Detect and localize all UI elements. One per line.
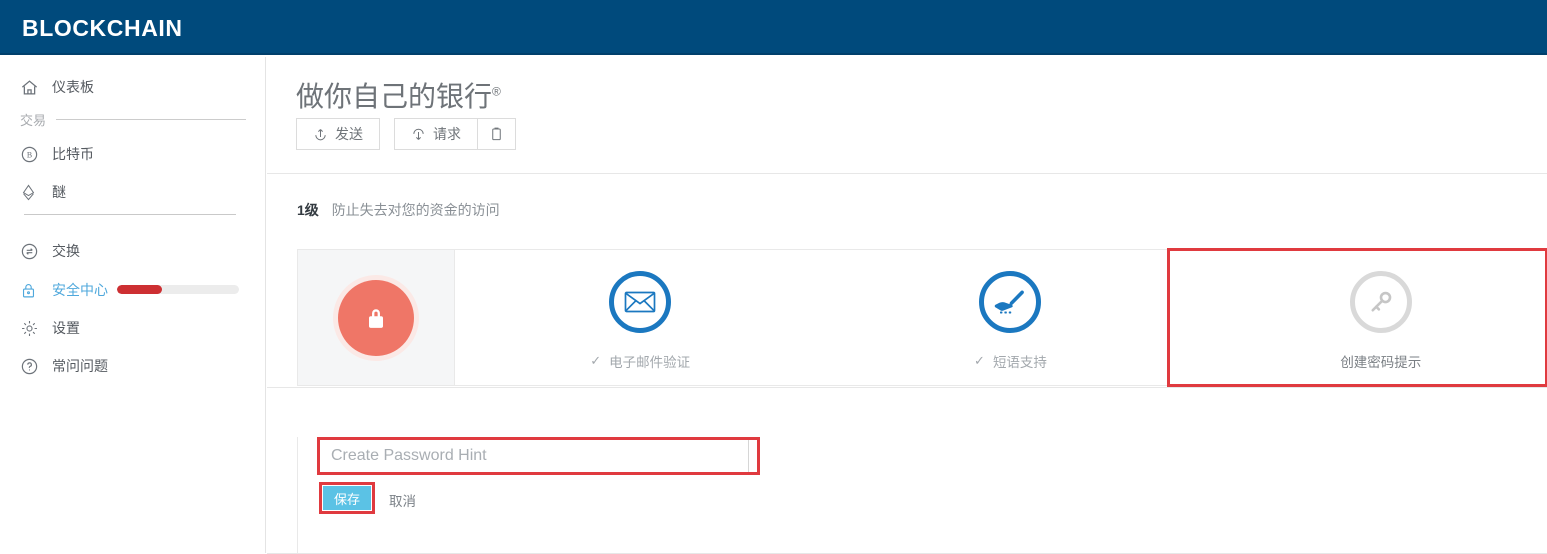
arrow-up-circle-icon [313,127,328,142]
step-recovery-phrase[interactable]: ✓ 短语支持 [825,250,1195,385]
key-icon [1349,270,1412,333]
sidebar-item-faq[interactable]: 常问问题 [0,349,266,383]
registered-mark: ® [492,84,501,99]
padlock-icon [338,279,414,356]
sidebar-item-label: 常问问题 [52,358,108,374]
app-header: BLOCKCHAIN [0,0,1547,55]
swap-icon [20,240,46,262]
button-gap [380,118,394,150]
sidebar-divider [24,214,236,215]
step-label: 创建密码提示 [1340,354,1422,370]
form-left-border [297,437,298,553]
signature-hand-icon [979,270,1042,333]
password-hint-input[interactable] [319,439,749,473]
main-content: 做你自己的银行® 发送 请求 1级 防止失去对您的资金的访问 ✓ 电子邮件验证 … [267,57,1547,554]
sidebar-item-label: 醚 [52,184,66,200]
sidebar-item-label: 比特币 [52,146,94,162]
question-icon [20,355,46,377]
check-icon: ✓ [974,352,985,368]
step-password-hint[interactable]: 创建密码提示 [1196,250,1547,385]
bitcoin-icon: B [20,143,46,165]
request-button-label: 请求 [433,126,461,142]
security-level-badge [298,250,455,385]
sidebar-item-bitcoin[interactable]: B 比特币 [0,137,266,171]
clipboard-icon [489,126,504,142]
action-button-row: 发送 请求 [296,118,516,150]
page-title: 做你自己的银行® [296,75,501,115]
envelope-icon [609,270,672,333]
sidebar-item-exchange[interactable]: 交换 [0,234,266,268]
sidebar: 仪表板 交易 B 比特币 醚 交换 安全中心 设置 常问问题 [0,57,266,553]
copy-address-button[interactable] [478,118,516,150]
step-phrase-label-row: ✓ 短语支持 [974,351,1047,371]
sidebar-item-settings[interactable]: 设置 [0,311,266,345]
card-bottom-divider [267,387,1547,388]
svg-text:B: B [27,150,32,159]
sidebar-item-ether[interactable]: 醚 [0,175,266,209]
gear-icon [20,317,46,339]
step-label: 短语支持 [992,354,1047,370]
header-divider [267,173,1547,174]
sidebar-item-dashboard[interactable]: 仪表板 [0,70,266,104]
sidebar-item-label: 设置 [52,320,80,336]
cancel-button[interactable]: 取消 [389,490,416,510]
send-button-label: 发送 [335,126,363,142]
step-hint-label-row: 创建密码提示 [1340,351,1421,371]
brand-logo[interactable]: BLOCKCHAIN [22,15,183,42]
step-email-verification[interactable]: ✓ 电子邮件验证 [455,250,825,385]
check-icon: ✓ [590,352,602,368]
level-description: 防止失去对您的资金的访问 [331,202,500,218]
request-button[interactable]: 请求 [394,118,478,150]
step-email-label-row: ✓ 电子邮件验证 [590,351,690,371]
ethereum-icon [20,181,46,203]
sidebar-item-label: 交换 [52,243,80,259]
arrow-down-circle-icon [411,127,426,142]
group-rule [56,119,246,120]
lock-icon [20,279,46,301]
security-progress-fill [117,285,163,294]
sidebar-group-transactions: 交易 [20,110,246,129]
security-steps-card: ✓ 电子邮件验证 ✓ 短语支持 创建密码提示 [297,249,1547,386]
sidebar-group-label: 交易 [20,113,47,128]
security-progress-bar [117,285,239,294]
sidebar-item-label: 仪表板 [52,79,94,95]
level-number: 1级 [297,202,319,218]
step-label: 电子邮件验证 [609,354,691,370]
level-heading: 1级 防止失去对您的资金的访问 [297,200,500,220]
send-button[interactable]: 发送 [296,118,380,150]
home-icon [20,76,46,98]
sidebar-item-label: 安全中心 [52,282,108,298]
save-button[interactable]: 保存 [323,486,371,510]
page-title-text: 做你自己的银行 [296,81,493,112]
